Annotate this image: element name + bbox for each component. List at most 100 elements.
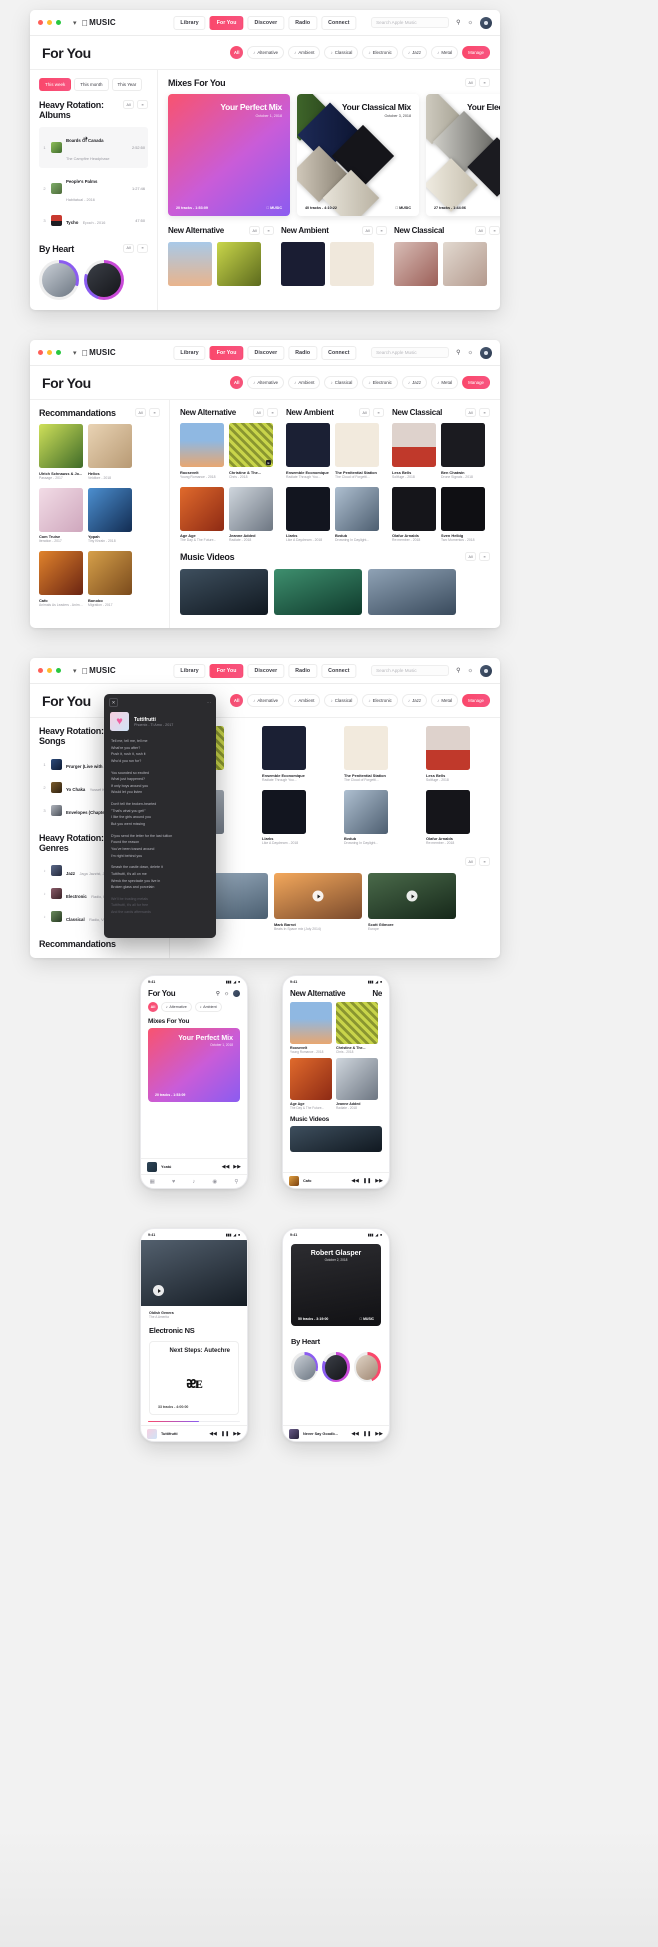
minimize-window-button[interactable] (47, 350, 52, 355)
genre-ambient[interactable]: ♪ Ambient (288, 694, 321, 707)
album-grid[interactable]: The Penitential Station The Cloud of For… (344, 726, 418, 845)
window-controls[interactable] (38, 668, 61, 673)
album-art[interactable] (88, 424, 132, 469)
subsection-list-button[interactable]: ≡ (376, 226, 387, 236)
play-icon[interactable] (153, 1285, 164, 1296)
avatar[interactable] (480, 346, 492, 359)
search-icon[interactable]: ⚲ (216, 991, 220, 997)
genre-all[interactable]: All (148, 1002, 158, 1012)
album-art[interactable] (180, 423, 224, 468)
video-card[interactable] (368, 568, 456, 615)
section-all-button[interactable]: All (253, 408, 264, 417)
album-card[interactable]: Age Age The Day & The Future... (180, 486, 224, 542)
nav-radio[interactable]: Radio (288, 663, 318, 678)
album-grid[interactable]: Ulrich Schnauss & Jo... Passage - 2017 H… (39, 424, 160, 607)
album-art[interactable] (281, 241, 325, 286)
album-card[interactable]: E Christine & The... Chris - 2018 (229, 423, 273, 479)
album-card[interactable]: Bvdub Drowning In Daylight... (344, 789, 388, 845)
genre-metal[interactable]: ♪ Metal (431, 694, 459, 707)
mini-player-controls[interactable]: ◀◀ ❚❚ ▶▶ (351, 1178, 383, 1184)
album-art[interactable] (88, 487, 132, 532)
playlist-card[interactable]: Next Steps: Autechre ᴂᴇ 33 tracks - 4:00… (149, 1341, 239, 1415)
genre-alternative[interactable]: ♪ Alternative (247, 46, 285, 59)
table-row[interactable]: 2 People's Palms Habitatual - 2016 1:27:… (39, 168, 148, 209)
heavy-rotation-list-button[interactable]: ≡ (137, 100, 148, 109)
window-controls[interactable] (38, 350, 61, 355)
next-icon[interactable]: ▶▶ (233, 1431, 241, 1437)
album-art[interactable] (39, 424, 83, 469)
bell-icon[interactable]: ☼ (468, 350, 474, 356)
album-art[interactable] (392, 423, 436, 468)
section-list-button[interactable]: ≡ (267, 408, 278, 417)
album-art[interactable]: E (229, 423, 273, 468)
video-card[interactable] (274, 568, 362, 615)
close-window-button[interactable] (38, 350, 43, 355)
chevron-down-icon[interactable]: ▾ (73, 667, 77, 675)
mini-player[interactable]: Tuttifrutti ◀◀ ❚❚ ▶▶ (141, 1425, 247, 1441)
genre-manage[interactable]: Manage (462, 694, 490, 707)
previous-icon[interactable]: ◀◀ (351, 1431, 359, 1437)
genre-electronic[interactable]: ♪ Electronic (362, 46, 398, 59)
tab-for-you-icon[interactable]: ♥ (172, 1179, 175, 1185)
recommendations-list-button[interactable]: ≡ (149, 408, 160, 417)
maximize-window-button[interactable] (56, 350, 61, 355)
mix-card[interactable]: Your Perfect Mix October 1, 2018 20 trac… (148, 1028, 240, 1102)
by-heart-all-button[interactable]: All (123, 243, 134, 253)
videos-all-button[interactable]: All (465, 857, 476, 866)
close-window-button[interactable] (38, 668, 43, 673)
album-card[interactable]: Olafur Arnalds Re:member - 2018 (426, 789, 470, 845)
nav-library[interactable]: Library (173, 663, 206, 678)
minimize-window-button[interactable] (47, 20, 52, 25)
bell-icon[interactable]: ☼ (224, 991, 229, 997)
album-grid[interactable]: Less Bells Solifuge - 2018 Ben Chatwin D… (392, 423, 490, 542)
subsection-list-button[interactable]: ≡ (263, 226, 274, 236)
video-thumb[interactable] (368, 873, 456, 920)
lyrics-menu-icon[interactable]: ⋯ (207, 700, 212, 706)
album-card[interactable]: Com Truise Iteration - 2017 (39, 487, 83, 543)
album-card[interactable]: Ulrich Schnauss & Jo... Passage - 2017 (39, 424, 83, 480)
avatar[interactable] (480, 664, 492, 677)
album-card[interactable]: Ben Chatwin Drone Signals - 2018 (441, 423, 485, 479)
window-controls[interactable] (38, 20, 61, 25)
table-row[interactable]: 1 Boards Of Canada The Campfire Headphas… (39, 126, 148, 168)
album-art[interactable] (286, 486, 330, 531)
mixes-list-button[interactable]: ≡ (479, 78, 490, 87)
play-icon[interactable] (312, 890, 324, 902)
genre-classical[interactable]: ♪ Classical (324, 694, 359, 707)
close-icon[interactable]: ✕ (109, 698, 118, 707)
album-art[interactable] (180, 486, 224, 531)
bell-icon[interactable]: ☼ (468, 20, 474, 26)
play-icon[interactable]: ▶▶ (233, 1164, 241, 1170)
album-card[interactable]: Sven Helbig Two Momentos - 2018 (441, 486, 485, 542)
music-videos-list-button[interactable]: ≡ (479, 552, 490, 562)
nav-discover[interactable]: Discover (247, 345, 285, 360)
search-input[interactable]: Search Apple Music (371, 17, 450, 28)
album-card[interactable]: Jeanne Added Radiate - 2018 (336, 1058, 378, 1110)
genre-alternative[interactable]: ♪ Alternative (247, 694, 285, 707)
album-card[interactable]: Helios Veldfore - 2018 (88, 424, 132, 480)
album-art[interactable] (443, 241, 487, 286)
genre-manage[interactable]: Manage (462, 376, 490, 389)
progress-bar[interactable] (148, 1421, 240, 1423)
album-card[interactable]: Less Bells Solifuge - 2018 (392, 423, 436, 479)
album-art[interactable] (394, 241, 438, 286)
album-art[interactable] (39, 487, 83, 532)
album-grid[interactable]: Roosevelt Young Romance - 2018 E Christi… (180, 423, 278, 542)
seg-this-month[interactable]: This month (74, 78, 109, 91)
nav-library[interactable]: Library (173, 15, 206, 30)
album-art[interactable] (217, 241, 261, 286)
chevron-down-icon[interactable]: ▾ (73, 349, 77, 357)
video-thumb[interactable] (290, 1126, 382, 1152)
genre-ambient[interactable]: ♪ Ambient (288, 46, 321, 59)
album-card[interactable]: Ensemble Economique Radiate Through You.… (286, 423, 330, 479)
genre-manage[interactable]: Manage (462, 46, 490, 59)
album-art[interactable] (286, 423, 330, 468)
mini-player[interactable]: Cafo ◀◀ ❚❚ ▶▶ (283, 1172, 389, 1188)
video-card[interactable] (180, 568, 268, 615)
album-grid[interactable]: Age Age The Day & The Future... Jeanne A… (283, 1054, 389, 1110)
album-art[interactable] (336, 1002, 378, 1044)
album-card[interactable]: Ensemble Economique Radiate Through You.… (262, 726, 306, 782)
nav-radio[interactable]: Radio (288, 15, 318, 30)
search-icon[interactable]: ⚲ (456, 349, 460, 356)
album-art[interactable] (392, 486, 436, 531)
